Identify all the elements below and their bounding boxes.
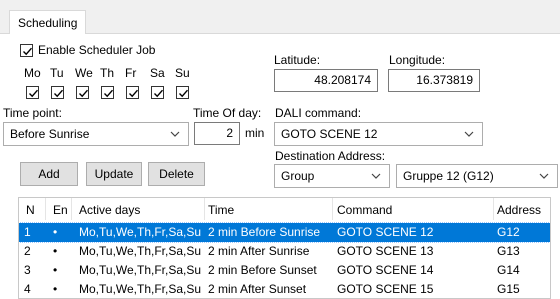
add-button[interactable]: Add — [20, 162, 78, 186]
table-cell-days: Mo,Tu,We,Th,Fr,Sa,Su — [79, 225, 202, 239]
table-cell-command: GOTO SCENE 14 — [337, 263, 434, 277]
destination-address-label: Destination Address: — [275, 149, 386, 163]
chevron-down-icon — [464, 131, 474, 137]
table-cell-address: G12 — [497, 225, 520, 239]
table-cell-en: • — [53, 263, 58, 277]
day-checkbox-fr[interactable] — [126, 86, 139, 99]
table-cell-address: G15 — [497, 282, 520, 296]
column-separator — [493, 198, 494, 220]
table-cell-command: GOTO SCENE 13 — [337, 244, 434, 258]
destination-type-value: Group — [281, 169, 315, 183]
table-cell-n: 3 — [24, 263, 31, 277]
checkmark-icon — [129, 89, 139, 98]
table-cell-command: GOTO SCENE 15 — [337, 282, 434, 296]
day-checkbox-tu[interactable] — [51, 86, 64, 99]
latitude-input[interactable]: 48.208174 — [274, 69, 378, 92]
latitude-label: Latitude: — [274, 53, 321, 67]
tab-scheduling[interactable]: Scheduling — [9, 10, 87, 35]
delete-button[interactable]: Delete — [148, 162, 205, 186]
chevron-down-icon — [371, 173, 381, 179]
day-label-tu: Tu — [50, 66, 64, 80]
table-row[interactable]: 3 • Mo,Tu,We,Th,Fr,Sa,Su 2 min Before Sunse… — [19, 261, 550, 280]
table-cell-en: • — [53, 282, 58, 296]
time-point-label: Time point: — [3, 106, 62, 120]
column-separator — [332, 198, 333, 220]
day-checkbox-th[interactable] — [101, 86, 114, 99]
day-label-su: Su — [175, 66, 190, 80]
time-of-day-unit: min — [245, 126, 265, 140]
tab-bar: Scheduling — [0, 0, 560, 35]
time-point-value: Before Sunrise — [10, 127, 90, 141]
column-header[interactable]: Active days — [79, 203, 140, 217]
checkmark-icon — [23, 47, 33, 56]
day-checkbox-we[interactable] — [76, 86, 89, 99]
table-row[interactable]: 4 • Mo,Tu,We,Th,Fr,Sa,Su 2 min After Sunset… — [19, 280, 550, 298]
checkmark-icon — [154, 89, 164, 98]
table-row[interactable]: 1 • Mo,Tu,We,Th,Fr,Sa,Su 2 min Before Sunri… — [19, 222, 550, 243]
update-button[interactable]: Update — [86, 162, 142, 186]
day-checkbox-su[interactable] — [176, 86, 189, 99]
dali-command-select[interactable]: GOTO SCENE 12 — [274, 122, 483, 146]
table-cell-time: 2 min Before Sunrise — [208, 225, 321, 239]
table-cell-days: Mo,Tu,We,Th,Fr,Sa,Su — [79, 244, 202, 258]
day-checkbox-mo[interactable] — [26, 86, 39, 99]
destination-group-select[interactable]: Gruppe 12 (G12) — [396, 164, 558, 188]
table-cell-address: G13 — [497, 244, 520, 258]
schedule-table: N En Active days Time Command Address 1 • Mo,Tu… — [18, 197, 551, 299]
table-cell-en: • — [53, 244, 58, 258]
time-of-day-input[interactable]: 2 — [194, 122, 240, 145]
time-of-day-label: Time Of day: — [193, 106, 262, 120]
column-header[interactable]: En — [53, 203, 68, 217]
checkmark-icon — [29, 89, 39, 98]
destination-group-value: Gruppe 12 (G12) — [403, 169, 494, 183]
destination-type-select[interactable]: Group — [274, 164, 390, 188]
checkmark-icon — [104, 89, 114, 98]
day-label-th: Th — [100, 66, 115, 80]
time-point-select[interactable]: Before Sunrise — [3, 122, 189, 146]
table-cell-n: 2 — [24, 244, 31, 258]
checkmark-icon — [54, 89, 64, 98]
chevron-down-icon — [539, 173, 549, 179]
table-cell-en: • — [53, 225, 58, 239]
column-separator — [45, 198, 46, 220]
day-label-sa: Sa — [150, 66, 165, 80]
table-cell-command: GOTO SCENE 12 — [337, 225, 434, 239]
enable-scheduler-label: Enable Scheduler Job — [38, 43, 156, 57]
table-cell-time: 2 min After Sunrise — [208, 244, 310, 258]
column-separator — [71, 198, 72, 220]
longitude-input[interactable]: 16.373819 — [388, 69, 480, 92]
column-separator — [204, 198, 205, 220]
table-cell-days: Mo,Tu,We,Th,Fr,Sa,Su — [79, 282, 202, 296]
table-cell-days: Mo,Tu,We,Th,Fr,Sa,Su — [79, 263, 202, 277]
table-row[interactable]: 2 • Mo,Tu,We,Th,Fr,Sa,Su 2 min After Sunris… — [19, 242, 550, 261]
table-cell-time: 2 min After Sunset — [208, 282, 307, 296]
day-checkbox-sa[interactable] — [151, 86, 164, 99]
table-cell-n: 1 — [24, 225, 31, 239]
table-cell-time: 2 min Before Sunset — [208, 263, 317, 277]
column-header[interactable]: Address — [497, 203, 541, 217]
day-label-we: We — [75, 66, 93, 80]
checkmark-icon — [179, 89, 189, 98]
day-label-mo: Mo — [24, 66, 41, 80]
dali-command-value: GOTO SCENE 12 — [281, 127, 378, 141]
table-cell-address: G14 — [497, 263, 520, 277]
day-label-fr: Fr — [125, 66, 137, 80]
enable-scheduler-checkbox[interactable] — [20, 44, 33, 57]
longitude-label: Longitude: — [389, 53, 446, 67]
table-cell-n: 4 — [24, 282, 31, 296]
column-header[interactable]: Time — [208, 203, 234, 217]
chevron-down-icon — [170, 131, 180, 137]
column-header[interactable]: N — [26, 203, 35, 217]
checkmark-icon — [79, 89, 89, 98]
dali-command-label: DALI command: — [275, 106, 362, 120]
column-header[interactable]: Command — [337, 203, 392, 217]
